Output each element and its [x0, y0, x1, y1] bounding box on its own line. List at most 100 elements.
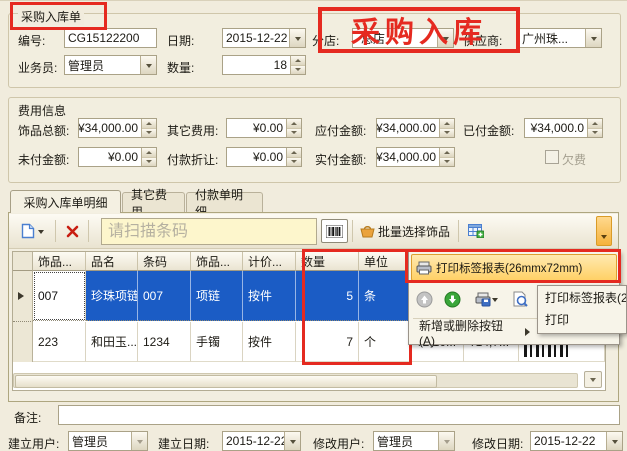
- actual-paid-label: 实付金额:: [315, 151, 366, 168]
- paid-amount-label: 已付金额:: [463, 122, 514, 139]
- grid-cell[interactable]: 007: [33, 271, 86, 321]
- insert-from-list-button[interactable]: [462, 219, 489, 243]
- supplier-combo[interactable]: 广州珠...: [518, 28, 602, 48]
- grid-cell[interactable]: 项链: [191, 271, 243, 321]
- payable-amount-label: 应付金额:: [315, 122, 366, 139]
- header-groupbox: [8, 13, 621, 88]
- column-header[interactable]: 条码: [138, 252, 191, 271]
- grid-cell[interactable]: 按件: [243, 271, 296, 321]
- grid-cell[interactable]: 按件: [243, 322, 296, 362]
- new-row-button[interactable]: [14, 219, 50, 243]
- print-preview-button[interactable]: [509, 288, 531, 310]
- chevron-down-icon[interactable]: [437, 29, 453, 47]
- column-header[interactable]: 单位: [359, 252, 411, 271]
- toolbar-overflow-button[interactable]: [596, 216, 612, 246]
- chevron-down-icon[interactable]: [140, 56, 156, 74]
- grid-cell[interactable]: 条: [359, 271, 411, 321]
- arrears-checkbox[interactable]: [545, 150, 559, 164]
- print-label-menu-item[interactable]: 打印标签报表(26mmx72mm): [411, 254, 617, 281]
- other-cost-spinner[interactable]: ¥0.00: [226, 118, 302, 138]
- cost-group-title: 费用信息: [18, 102, 66, 119]
- tab-stockin-detail[interactable]: 采购入库单明细: [10, 190, 121, 213]
- chevron-down-icon[interactable]: [606, 432, 622, 450]
- circle-down-icon: [444, 291, 461, 308]
- barcode-button[interactable]: [321, 219, 348, 243]
- discount-spinner[interactable]: ¥0.00: [226, 147, 302, 167]
- delete-x-icon: [66, 225, 79, 238]
- chevron-down-icon: [38, 230, 44, 237]
- printer-icon: [416, 261, 432, 275]
- total-amount-label: 饰品总额:: [18, 122, 69, 139]
- grid-cell[interactable]: 5: [296, 271, 359, 321]
- discount-label: 付款折让:: [167, 151, 218, 168]
- cost-groupbox: [8, 97, 621, 183]
- supplier-label: 供应商:: [463, 32, 502, 49]
- arrears-checkbox-label: 欠费: [562, 151, 586, 168]
- circle-up-icon: [416, 291, 433, 308]
- created-user-label: 建立用户:: [8, 435, 59, 451]
- column-header[interactable]: 数量: [296, 252, 359, 271]
- modified-date-label: 修改日期:: [472, 435, 523, 451]
- scrollbar-thumb[interactable]: [15, 375, 437, 388]
- paid-amount-spinner[interactable]: ¥34,000.0: [524, 118, 603, 138]
- add-remove-buttons-menu-item[interactable]: 新增或删除按钮(A): [411, 321, 542, 343]
- chevron-down-icon: [492, 298, 498, 305]
- new-doc-icon: [21, 223, 35, 239]
- grid-cell[interactable]: 223: [33, 322, 86, 362]
- grid-cell[interactable]: 手镯: [191, 322, 243, 362]
- modified-user-combo[interactable]: 管理员: [373, 431, 455, 451]
- submenu-print-label-item[interactable]: 打印标签报表(2: [538, 286, 626, 308]
- grid-cell[interactable]: 珍珠项链: [86, 271, 138, 321]
- payable-amount-spinner[interactable]: ¥34,000.00: [376, 118, 455, 138]
- grid-cell[interactable]: 7: [296, 322, 359, 362]
- submenu-arrow-icon: [525, 328, 534, 336]
- scan-barcode-input[interactable]: [101, 218, 317, 245]
- grid-cell[interactable]: 个: [359, 322, 411, 362]
- move-up-button[interactable]: [413, 288, 435, 310]
- created-date-combo[interactable]: 2015-12-22: [222, 431, 301, 451]
- submenu-print-item[interactable]: 打印: [538, 308, 626, 330]
- chevron-down-icon[interactable]: [289, 29, 305, 47]
- grid-cell[interactable]: 和田玉...: [86, 322, 138, 362]
- tab-other-cost[interactable]: 其它费用: [122, 192, 185, 213]
- chevron-down-icon[interactable]: [438, 432, 454, 450]
- unpaid-amount-spinner[interactable]: ¥0.00: [78, 147, 157, 167]
- modified-date-combo[interactable]: 2015-12-22: [530, 431, 623, 451]
- grid-cell[interactable]: 007: [138, 271, 191, 321]
- column-header[interactable]: 品名: [86, 252, 138, 271]
- salesman-label: 业务员:: [18, 59, 57, 76]
- doc-number-input[interactable]: CG15122200: [64, 28, 157, 48]
- quantity-spinner[interactable]: 18: [222, 55, 306, 75]
- batch-select-button[interactable]: 批量选择饰品: [356, 219, 454, 243]
- chevron-down-icon[interactable]: [284, 432, 300, 450]
- total-amount-spinner[interactable]: ¥34,000.00: [78, 118, 157, 138]
- tab-payment-detail[interactable]: 付款单明细: [186, 192, 263, 213]
- spin-down-icon[interactable]: [291, 66, 305, 75]
- quantity-label: 数量:: [167, 59, 194, 76]
- column-header[interactable]: 饰品...: [33, 252, 86, 271]
- scroll-down-button[interactable]: [584, 371, 602, 388]
- modified-user-label: 修改用户:: [313, 435, 364, 451]
- grid-cell[interactable]: 1234: [138, 322, 191, 362]
- barcode-icon: [326, 225, 343, 238]
- branch-combo[interactable]: 总店: [352, 28, 454, 48]
- salesman-combo[interactable]: 管理员: [64, 55, 157, 75]
- branch-label: 分店:: [312, 32, 339, 49]
- printer-save-icon: [475, 292, 492, 307]
- chevron-down-icon[interactable]: [131, 432, 147, 450]
- unpaid-amount-label: 未付金额:: [18, 151, 69, 168]
- move-down-button[interactable]: [441, 288, 463, 310]
- horizontal-scrollbar[interactable]: [13, 373, 578, 388]
- chevron-down-icon[interactable]: [585, 29, 601, 47]
- print-button[interactable]: [469, 288, 503, 310]
- notes-label: 备注:: [14, 409, 41, 426]
- created-user-combo[interactable]: 管理员: [68, 431, 148, 451]
- doc-date-combo[interactable]: 2015-12-22: [222, 28, 306, 48]
- column-header[interactable]: 饰品...: [191, 252, 243, 271]
- notes-input[interactable]: [58, 405, 620, 425]
- column-header[interactable]: 计价...: [243, 252, 296, 271]
- spin-up-icon[interactable]: [291, 56, 305, 66]
- grid-corner: [13, 252, 33, 271]
- delete-row-button[interactable]: [59, 219, 85, 243]
- actual-paid-spinner[interactable]: ¥34,000.00: [376, 147, 455, 167]
